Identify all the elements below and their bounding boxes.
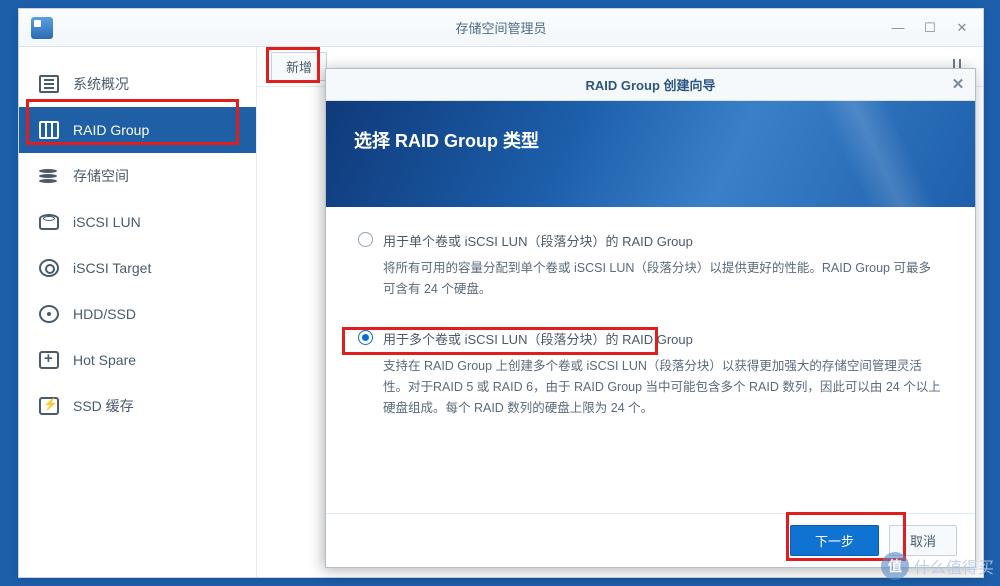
option-single-desc: 将所有可用的容量分配到单个卷或 iSCSI LUN（段落分块）以提供更好的性能。… bbox=[383, 258, 943, 301]
close-button[interactable]: ✕ bbox=[947, 16, 977, 40]
option-label: 用于多个卷或 iSCSI LUN（段落分块）的 RAID Group bbox=[383, 329, 693, 348]
titlebar: 存储空间管理员 — ☐ ✕ bbox=[19, 9, 983, 47]
sidebar-item-label: iSCSI Target bbox=[73, 260, 151, 276]
option-single-volume[interactable]: 用于单个卷或 iSCSI LUN（段落分块）的 RAID Group bbox=[358, 231, 943, 250]
overview-icon bbox=[39, 75, 59, 93]
dialog-footer: 下一步 取消 bbox=[326, 513, 975, 567]
iscsi-target-icon bbox=[39, 259, 59, 277]
watermark-text: 什么值得买 bbox=[914, 554, 994, 578]
sidebar-item-hot-spare[interactable]: Hot Spare bbox=[19, 337, 256, 383]
sidebar-item-iscsi-lun[interactable]: iSCSI LUN bbox=[19, 199, 256, 245]
sidebar-item-label: 存储空间 bbox=[73, 166, 129, 186]
app-icon bbox=[31, 17, 53, 39]
sidebar-item-label: 系统概况 bbox=[73, 74, 129, 94]
add-button[interactable]: 新增 bbox=[271, 52, 327, 81]
sidebar-item-storage[interactable]: 存储空间 bbox=[19, 153, 256, 199]
minimize-button[interactable]: — bbox=[883, 16, 913, 40]
window-title: 存储空间管理员 bbox=[455, 18, 546, 37]
dialog-title: RAID Group 创建向导 bbox=[586, 75, 716, 94]
option-label: 用于单个卷或 iSCSI LUN（段落分块）的 RAID Group bbox=[383, 231, 693, 250]
raid-group-wizard-dialog: RAID Group 创建向导 ✕ 选择 RAID Group 类型 用于单个卷… bbox=[325, 68, 976, 568]
sidebar-item-label: Hot Spare bbox=[73, 352, 136, 368]
sidebar: 系统概况 RAID Group 存储空间 iSCSI LUN iSCSI Tar… bbox=[19, 47, 257, 577]
window-controls: — ☐ ✕ bbox=[883, 16, 977, 40]
maximize-button[interactable]: ☐ bbox=[915, 16, 945, 40]
radio-single-volume[interactable] bbox=[358, 232, 373, 247]
watermark: 值 什么值得买 bbox=[881, 552, 994, 580]
sidebar-item-label: iSCSI LUN bbox=[73, 214, 141, 230]
radio-multi-volume[interactable] bbox=[358, 330, 373, 345]
option-multi-volume[interactable]: 用于多个卷或 iSCSI LUN（段落分块）的 RAID Group bbox=[358, 329, 943, 348]
sidebar-item-ssd-cache[interactable]: SSD 缓存 bbox=[19, 383, 256, 429]
sidebar-item-label: SSD 缓存 bbox=[73, 396, 134, 416]
sidebar-item-raid-group[interactable]: RAID Group bbox=[19, 107, 256, 153]
next-button[interactable]: 下一步 bbox=[790, 525, 879, 556]
option-multi-desc: 支持在 RAID Group 上创建多个卷或 iSCSI LUN（段落分块）以获… bbox=[383, 356, 943, 420]
watermark-badge: 值 bbox=[881, 552, 909, 580]
ssd-cache-icon bbox=[39, 397, 59, 415]
sidebar-item-hdd-ssd[interactable]: HDD/SSD bbox=[19, 291, 256, 337]
dialog-titlebar: RAID Group 创建向导 ✕ bbox=[326, 69, 975, 101]
dialog-heading: 选择 RAID Group 类型 bbox=[354, 131, 539, 151]
raid-group-icon bbox=[39, 121, 59, 139]
iscsi-lun-icon bbox=[39, 214, 59, 230]
sidebar-item-overview[interactable]: 系统概况 bbox=[19, 61, 256, 107]
sidebar-item-iscsi-target[interactable]: iSCSI Target bbox=[19, 245, 256, 291]
storage-icon bbox=[39, 167, 59, 185]
hdd-ssd-icon bbox=[39, 305, 59, 323]
dialog-close-button[interactable]: ✕ bbox=[947, 73, 969, 95]
dialog-header: 选择 RAID Group 类型 bbox=[326, 101, 975, 207]
sidebar-item-label: RAID Group bbox=[73, 122, 149, 138]
sidebar-item-label: HDD/SSD bbox=[73, 306, 136, 322]
hot-spare-icon bbox=[39, 351, 59, 369]
dialog-body: 用于单个卷或 iSCSI LUN（段落分块）的 RAID Group 将所有可用… bbox=[326, 207, 975, 471]
